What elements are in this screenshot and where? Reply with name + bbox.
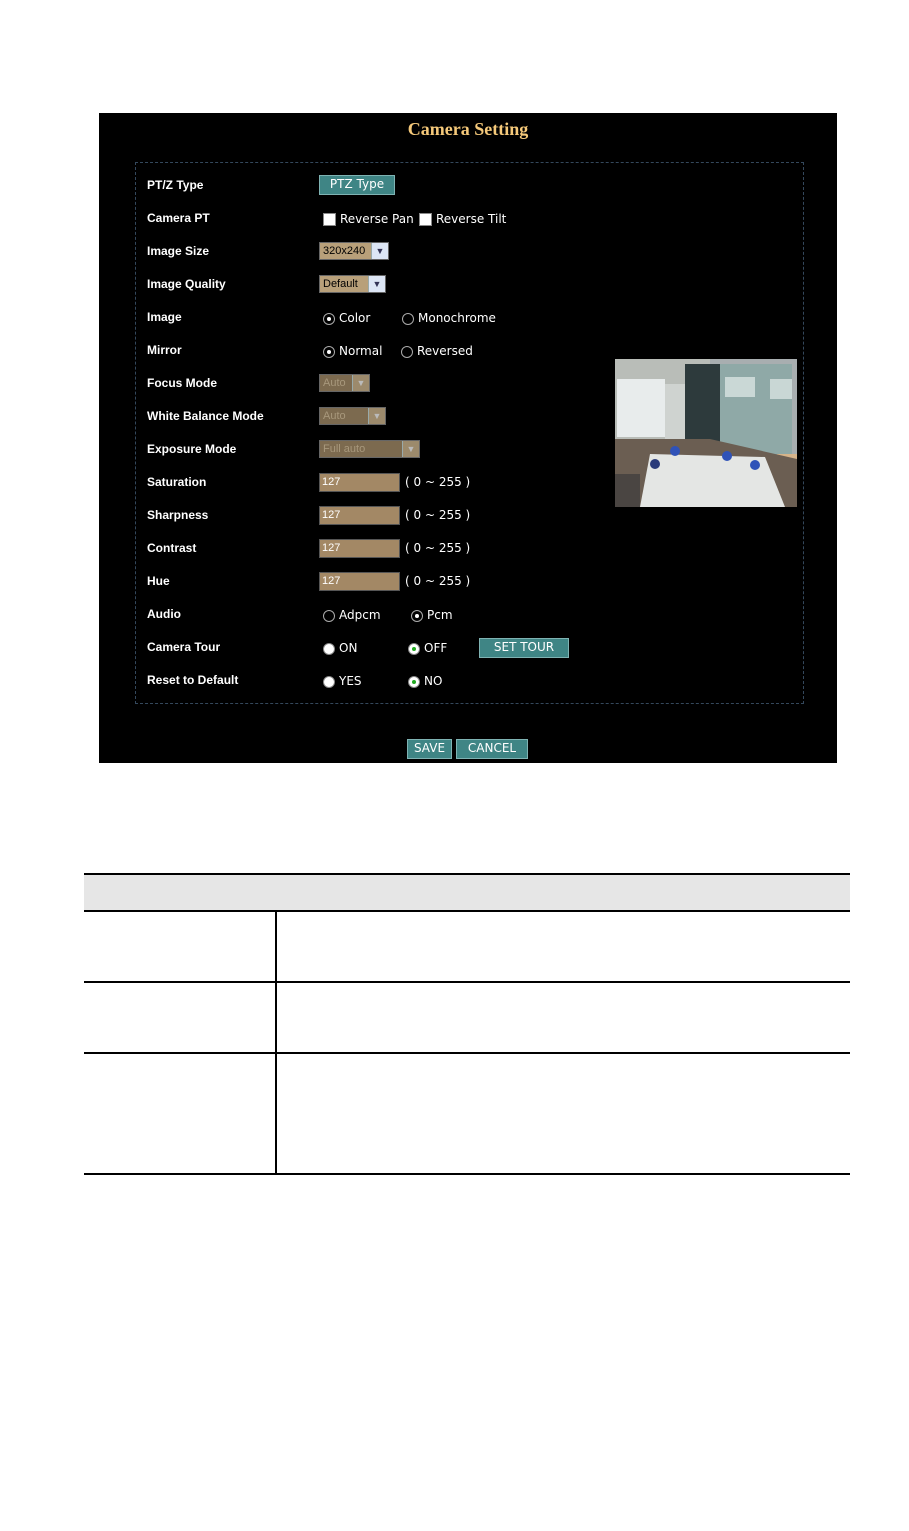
camera-preview-image [615,359,797,507]
white-balance-value: Auto [323,410,346,422]
ptz-type-button[interactable]: PTZ Type [319,175,395,195]
image-monochrome-radio[interactable]: Monochrome [402,311,496,325]
table-row [84,912,850,983]
page-title: Camera Setting [407,119,529,139]
table-cell [84,1054,277,1173]
saturation-input[interactable]: 127 [319,473,400,492]
description-table [84,873,850,1175]
chevron-down-icon: ▼ [368,408,385,424]
reverse-pan-check-box[interactable] [323,213,336,226]
set-tour-button[interactable]: SET TOUR [479,638,569,658]
mirror-normal-label: Normal [339,344,383,358]
radio-icon[interactable] [323,609,335,622]
camera-setting-panel: Camera Setting PT/Z Type PTZ Type Camera… [99,113,837,763]
radio-selected-icon[interactable] [408,675,420,688]
image-size-value: 320x240 [323,245,366,257]
focus-mode-label: Focus Mode [147,376,218,390]
radio-icon[interactable] [323,675,335,688]
image-monochrome-label: Monochrome [418,311,496,325]
saturation-label: Saturation [147,475,207,489]
radio-selected-icon[interactable] [323,345,335,358]
radio-selected-icon[interactable] [411,609,423,622]
focus-mode-value: Auto [323,377,346,389]
image-color-label: Color [339,311,371,325]
image-color-radio[interactable]: Color [323,311,370,325]
radio-icon[interactable] [323,642,335,655]
save-button[interactable]: SAVE [407,739,452,759]
chevron-down-icon: ▼ [352,375,369,391]
mirror-reversed-label: Reversed [417,344,473,358]
radio-icon[interactable] [402,312,414,325]
chevron-down-icon: ▼ [368,276,385,292]
hue-label: Hue [147,574,170,588]
saturation-range: ( 0 ~ 255 ) [405,475,471,489]
cancel-button[interactable]: CANCEL [456,739,528,759]
chevron-down-icon: ▼ [371,243,388,259]
reverse-tilt-check-box[interactable] [419,213,432,226]
image-quality-select[interactable]: Default ▼ [319,275,386,293]
contrast-label: Contrast [147,541,197,555]
reset-no-label: NO [424,674,443,688]
focus-mode-select[interactable]: Auto ▼ [319,374,370,392]
reverse-pan-label: Reverse Pan [340,212,414,226]
table-cell [84,983,277,1052]
image-quality-value: Default [323,278,358,290]
camera-tour-off-label: OFF [424,641,448,655]
table-row [84,1054,850,1175]
contrast-range: ( 0 ~ 255 ) [405,541,471,555]
camera-tour-off-radio[interactable]: OFF [408,641,447,655]
audio-label: Audio [147,607,181,621]
exposure-mode-value: Full auto [323,443,366,455]
audio-adpcm-label: Adpcm [339,608,381,622]
radio-icon[interactable] [401,345,413,358]
exposure-mode-label: Exposure Mode [147,442,237,456]
camera-pt-label: Camera PT [147,211,210,225]
camera-preview [615,359,797,507]
image-quality-label: Image Quality [147,277,226,291]
audio-adpcm-radio[interactable]: Adpcm [323,608,381,622]
image-size-label: Image Size [147,244,210,258]
sharpness-range: ( 0 ~ 255 ) [405,508,471,522]
sharpness-label: Sharpness [147,508,209,522]
camera-tour-on-label: ON [339,641,358,655]
white-balance-label: White Balance Mode [147,409,264,423]
camera-tour-label: Camera Tour [147,640,221,654]
contrast-input[interactable]: 127 [319,539,400,558]
reverse-tilt-label: Reverse Tilt [436,212,507,226]
camera-tour-on-radio[interactable]: ON [323,641,357,655]
table-row [84,983,850,1054]
image-size-select[interactable]: 320x240 ▼ [319,242,389,260]
ptz-type-label: PT/Z Type [147,178,204,192]
white-balance-select[interactable]: Auto ▼ [319,407,386,425]
hue-input[interactable]: 127 [319,572,400,591]
table-cell [84,912,277,981]
reverse-tilt-checkbox[interactable]: Reverse Tilt [419,212,506,226]
reset-yes-label: YES [339,674,362,688]
chevron-down-icon: ▼ [402,441,419,457]
radio-selected-icon[interactable] [323,312,335,325]
reset-no-radio[interactable]: NO [408,674,442,688]
reset-default-label: Reset to Default [147,673,239,687]
exposure-mode-select[interactable]: Full auto ▼ [319,440,420,458]
table-header [84,873,850,912]
mirror-reversed-radio[interactable]: Reversed [401,344,473,358]
reset-yes-radio[interactable]: YES [323,674,362,688]
hue-range: ( 0 ~ 255 ) [405,574,471,588]
mirror-label: Mirror [147,343,182,357]
audio-pcm-label: Pcm [427,608,453,622]
radio-selected-icon[interactable] [408,642,420,655]
image-label: Image [147,310,182,324]
mirror-normal-radio[interactable]: Normal [323,344,382,358]
reverse-pan-checkbox[interactable]: Reverse Pan [323,212,414,226]
sharpness-input[interactable]: 127 [319,506,400,525]
audio-pcm-radio[interactable]: Pcm [411,608,453,622]
